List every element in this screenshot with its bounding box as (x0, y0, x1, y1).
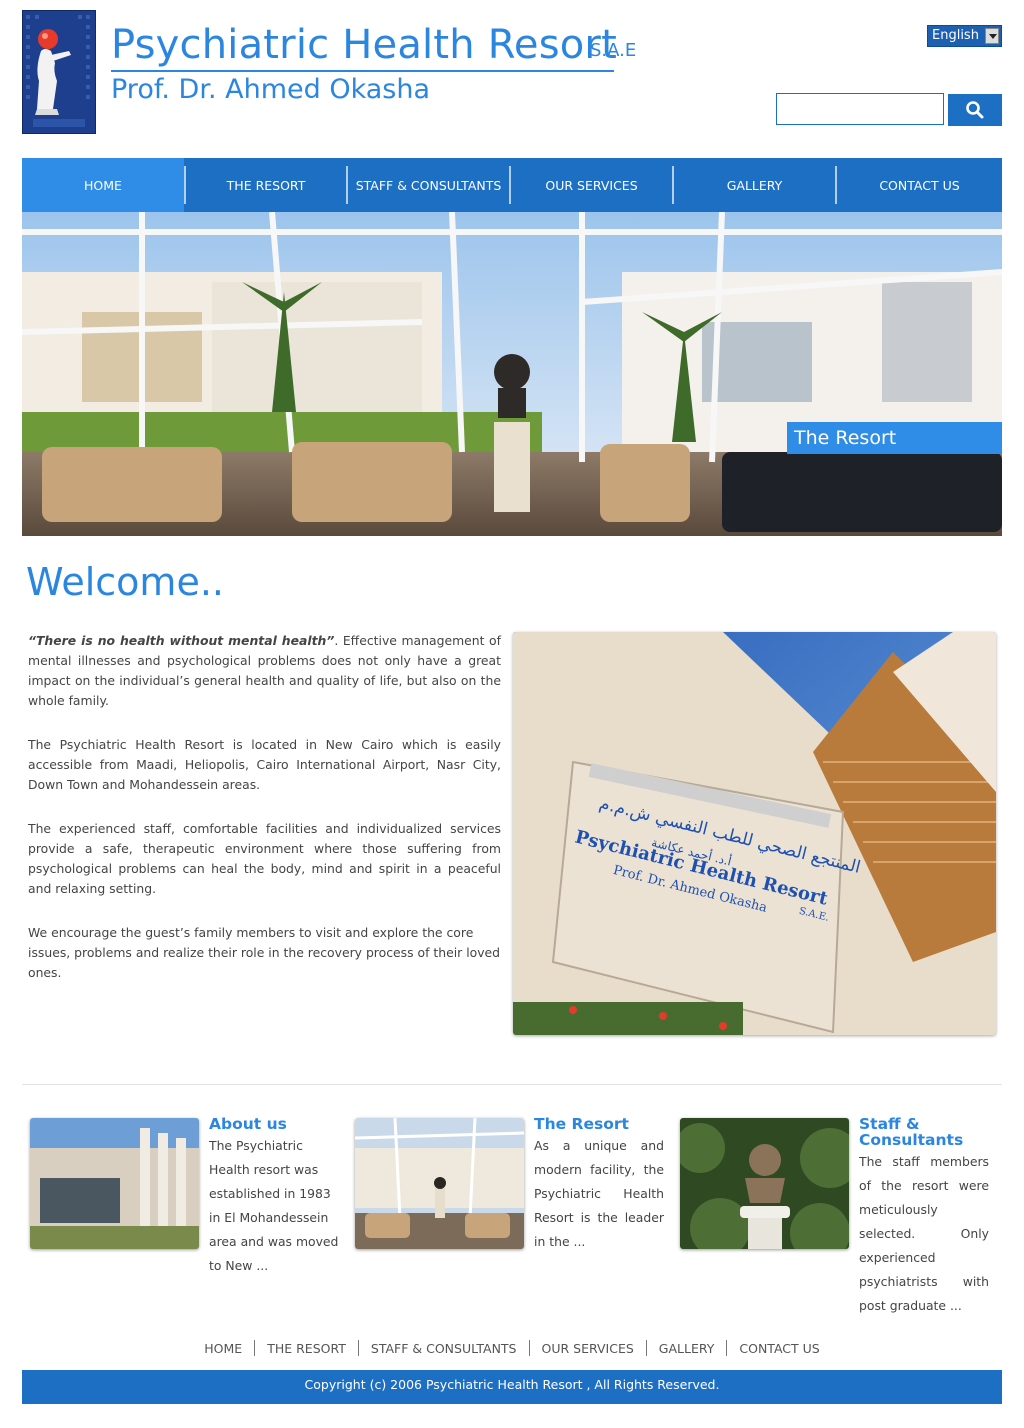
title-underline (111, 70, 614, 72)
footer-link-contact-us[interactable]: CONTACT US (727, 1341, 831, 1356)
the-resort-thumbnail[interactable] (355, 1118, 524, 1249)
nav-item-home[interactable]: HOME (22, 158, 184, 212)
site-subtitle: Prof. Dr. Ahmed Okasha (111, 74, 431, 105)
site-sae-label: S.A.E (590, 40, 637, 61)
welcome-heading: Welcome.. (26, 560, 224, 604)
feature-title-staff-consultants[interactable]: Staff & Consultants (859, 1116, 989, 1148)
welcome-text: “There is no health without mental healt… (28, 631, 501, 1007)
footer-nav: HOME THE RESORT STAFF & CONSULTANTS OUR … (0, 1339, 1024, 1357)
resort-lounge-photo (22, 212, 1002, 536)
feature-title-about-us[interactable]: About us (209, 1116, 339, 1132)
welcome-paragraph-3: The experienced staff, comfortable facil… (28, 821, 501, 896)
site-title: Psychiatric Health Resort (111, 22, 617, 68)
resort-sign-photo: المنتجع الصحي للطب النفسي ش.م.م أ.د. أحم… (513, 632, 996, 1035)
welcome-paragraph-4: We encourage the guest’s family members … (28, 925, 501, 980)
feature-text-about-us: The Psychiatric Health resort was establ… (209, 1138, 339, 1273)
welcome-paragraph-2: The Psychiatric Health Resort is located… (28, 737, 501, 792)
nav-item-contact-us[interactable]: CONTACT US (837, 158, 1002, 212)
bust-statue-photo (680, 1118, 849, 1249)
feature-title-the-resort[interactable]: The Resort (534, 1116, 664, 1132)
search-input[interactable] (776, 93, 944, 125)
main-nav: HOME THE RESORT STAFF & CONSULTANTS OUR … (22, 158, 1002, 212)
copyright-bar: Copyright (c) 2006 Psychiatric Health Re… (22, 1370, 1002, 1404)
welcome-quote: “There is no health without mental healt… (28, 633, 335, 648)
language-select[interactable]: English (927, 25, 1002, 47)
site-logo[interactable] (22, 10, 96, 134)
language-selected-value: English (932, 28, 979, 43)
nav-item-our-services[interactable]: OUR SERVICES (511, 158, 672, 212)
section-divider (22, 1084, 1002, 1085)
resort-lounge-thumbnail-photo (355, 1118, 524, 1249)
footer-link-gallery[interactable]: GALLERY (647, 1341, 727, 1356)
nav-item-the-resort[interactable]: THE RESORT (186, 158, 346, 212)
hero-slideshow-image[interactable] (22, 212, 1002, 536)
welcome-paragraph-1: “There is no health without mental healt… (28, 631, 501, 711)
search-icon (966, 101, 984, 119)
footer-link-staff-consultants[interactable]: STAFF & CONSULTANTS (359, 1341, 529, 1356)
footer-link-home[interactable]: HOME (192, 1341, 254, 1356)
about-us-thumbnail[interactable] (30, 1118, 199, 1249)
chevron-down-icon[interactable] (985, 28, 999, 44)
nav-item-staff-consultants[interactable]: STAFF & CONSULTANTS (348, 158, 509, 212)
hero-caption: The Resort (787, 422, 1002, 454)
footer-link-the-resort[interactable]: THE RESORT (255, 1341, 358, 1356)
building-exterior-photo (30, 1118, 199, 1249)
building-sign-image: المنتجع الصحي للطب النفسي ش.م.م أ.د. أحم… (513, 632, 996, 1035)
staff-consultants-thumbnail[interactable] (680, 1118, 849, 1249)
feature-text-staff-consultants: The staff members of the resort were met… (859, 1154, 989, 1313)
footer-link-our-services[interactable]: OUR SERVICES (530, 1341, 646, 1356)
search-button[interactable] (948, 94, 1002, 126)
feature-text-the-resort: As a unique and modern facility, the Psy… (534, 1138, 664, 1249)
pharaoh-logo-icon (23, 11, 95, 133)
nav-item-gallery[interactable]: GALLERY (674, 158, 835, 212)
